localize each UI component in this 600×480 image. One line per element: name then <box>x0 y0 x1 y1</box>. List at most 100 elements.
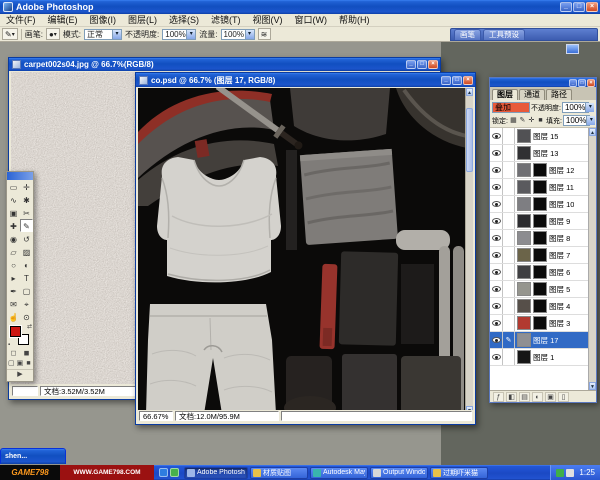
layer-thumbnail[interactable] <box>517 350 531 364</box>
menu-item[interactable]: 滤镜(T) <box>205 14 247 26</box>
layers-palette-title-bar[interactable]: _ □ × <box>490 78 596 87</box>
menu-item[interactable]: 窗口(W) <box>289 14 334 26</box>
minimize-button[interactable]: _ <box>560 2 572 12</box>
adjustment-layer-icon[interactable]: ◐ <box>532 391 543 402</box>
dodge-tool[interactable]: ◐ <box>20 258 33 271</box>
lock-transparent-pixels-icon[interactable]: ▦ <box>509 116 518 126</box>
visibility-eye-icon[interactable] <box>490 213 503 229</box>
layer-thumbnail[interactable] <box>517 163 531 177</box>
layer-thumbnail[interactable] <box>517 146 531 160</box>
new-layer-icon[interactable]: ▣ <box>545 391 556 402</box>
file-browser-toggle-icon[interactable] <box>566 44 579 54</box>
minimize-button[interactable]: _ <box>441 75 451 85</box>
screen-mode-menubar-icon[interactable]: ▣ <box>16 359 25 369</box>
swap-colors-icon[interactable]: ⇄ <box>27 324 32 330</box>
path-selection-tool[interactable]: ▸ <box>7 271 20 284</box>
layer-row[interactable]: 图层 5 <box>490 281 588 298</box>
layer-thumbnail[interactable] <box>517 265 531 279</box>
layer-mask-thumbnail[interactable] <box>533 316 547 330</box>
layer-mask-thumbnail[interactable] <box>533 282 547 296</box>
fill-select[interactable]: 100% ▾ <box>562 115 596 126</box>
layer-thumbnail[interactable] <box>517 129 531 143</box>
layer-thumbnail[interactable] <box>517 197 531 211</box>
visibility-eye-icon[interactable] <box>490 247 503 263</box>
zoom-box[interactable]: 66.67% <box>139 411 173 421</box>
visibility-eye-icon[interactable] <box>490 281 503 297</box>
layer-row[interactable]: 图层 10 <box>490 196 588 213</box>
tray-icon-1[interactable] <box>556 468 565 477</box>
eraser-tool[interactable]: ▱ <box>7 245 20 258</box>
lock-image-pixels-icon[interactable]: ✎ <box>518 116 527 126</box>
layer-mask-thumbnail[interactable] <box>533 231 547 245</box>
shape-tool[interactable]: ▢ <box>20 284 33 297</box>
layers-tab[interactable]: 通道 <box>519 89 545 100</box>
rectangular-marquee-tool[interactable]: ▭ <box>7 180 20 193</box>
background-mini-window[interactable]: shen... <box>0 448 66 464</box>
history-brush-tool[interactable]: ↺ <box>20 232 33 245</box>
layer-thumbnail[interactable] <box>517 299 531 313</box>
layer-thumbnail[interactable] <box>517 316 531 330</box>
layers-tab[interactable]: 图层 <box>492 89 518 100</box>
visibility-eye-icon[interactable] <box>490 315 503 331</box>
slice-tool[interactable]: ✂ <box>20 206 33 219</box>
maximize-button[interactable]: □ <box>417 60 427 69</box>
brush-tool[interactable]: ✎ <box>20 219 33 232</box>
menu-item[interactable]: 帮助(H) <box>333 14 376 26</box>
palette-well-tab[interactable]: 画笔 <box>454 29 481 40</box>
visibility-eye-icon[interactable] <box>490 230 503 246</box>
visibility-eye-icon[interactable] <box>490 179 503 195</box>
new-layer-set-icon[interactable]: ▤ <box>519 391 530 402</box>
co-psd-canvas[interactable] <box>138 88 467 414</box>
visibility-eye-icon[interactable] <box>490 332 503 348</box>
menu-item[interactable]: 图层(L) <box>122 14 163 26</box>
layer-thumbnail[interactable] <box>517 248 531 262</box>
layer-row[interactable]: 图层 11 <box>490 179 588 196</box>
layer-mask-thumbnail[interactable] <box>533 180 547 194</box>
layer-mask-thumbnail[interactable] <box>533 214 547 228</box>
current-tool-preset[interactable]: ✎ ▾ <box>2 28 18 40</box>
layer-thumbnail[interactable] <box>517 231 531 245</box>
visibility-eye-icon[interactable] <box>490 145 503 161</box>
minimize-button[interactable]: _ <box>569 78 577 87</box>
visibility-eye-icon[interactable] <box>490 196 503 212</box>
screen-mode-full-icon[interactable]: ■ <box>24 359 33 369</box>
tray-icon-2[interactable] <box>566 468 575 477</box>
crop-tool[interactable]: ▣ <box>7 206 20 219</box>
layer-mask-thumbnail[interactable] <box>533 248 547 262</box>
vertical-scrollbar[interactable]: ▲ ▼ <box>465 88 473 414</box>
app-title-bar[interactable]: Adobe Photoshop _ □ × <box>0 0 600 14</box>
menu-item[interactable]: 选择(S) <box>163 14 205 26</box>
scroll-up-icon[interactable]: ▲ <box>466 88 473 96</box>
palette-well-tab[interactable]: 工具预设 <box>483 29 525 40</box>
visibility-eye-icon[interactable] <box>490 298 503 314</box>
flow-select[interactable]: 100% ▾ <box>220 28 255 40</box>
maximize-button[interactable]: □ <box>573 2 585 12</box>
zoom-box[interactable] <box>12 386 38 396</box>
scroll-track[interactable] <box>589 136 596 382</box>
airbrush-toggle-icon[interactable]: ≋ <box>257 28 271 40</box>
layer-row[interactable]: 图层 7 <box>490 247 588 264</box>
layer-row[interactable]: 图层 15 <box>490 128 588 145</box>
visibility-eye-icon[interactable] <box>490 264 503 280</box>
standard-mode-icon[interactable]: ◻ <box>7 349 20 359</box>
gradient-tool[interactable]: ▨ <box>20 245 33 258</box>
pen-tool[interactable]: ✒ <box>7 284 20 297</box>
layers-scrollbar[interactable]: ▲ ▼ <box>588 128 596 390</box>
layer-mask-thumbnail[interactable] <box>533 197 547 211</box>
layer-thumbnail[interactable] <box>517 180 531 194</box>
blur-tool[interactable]: ○ <box>7 258 20 271</box>
layer-style-icon[interactable]: ƒ <box>493 391 504 402</box>
lasso-tool[interactable]: ∿ <box>7 193 20 206</box>
taskbar-button[interactable]: Adobe Photoshop <box>184 466 248 479</box>
add-layer-mask-icon[interactable]: ◧ <box>506 391 517 402</box>
layer-thumbnail[interactable] <box>517 214 531 228</box>
hand-tool[interactable]: ☝ <box>7 310 20 323</box>
maximize-button[interactable]: □ <box>452 75 462 85</box>
scroll-track[interactable] <box>466 96 473 406</box>
visibility-eye-icon[interactable] <box>490 162 503 178</box>
scroll-down-icon[interactable]: ▼ <box>589 382 596 390</box>
quick-launch-icon-2[interactable] <box>170 468 179 477</box>
taskbar-button[interactable]: Autodesk May... <box>310 466 368 479</box>
layers-tab[interactable]: 路径 <box>546 89 572 100</box>
delete-layer-icon[interactable]: ▯ <box>558 391 569 402</box>
